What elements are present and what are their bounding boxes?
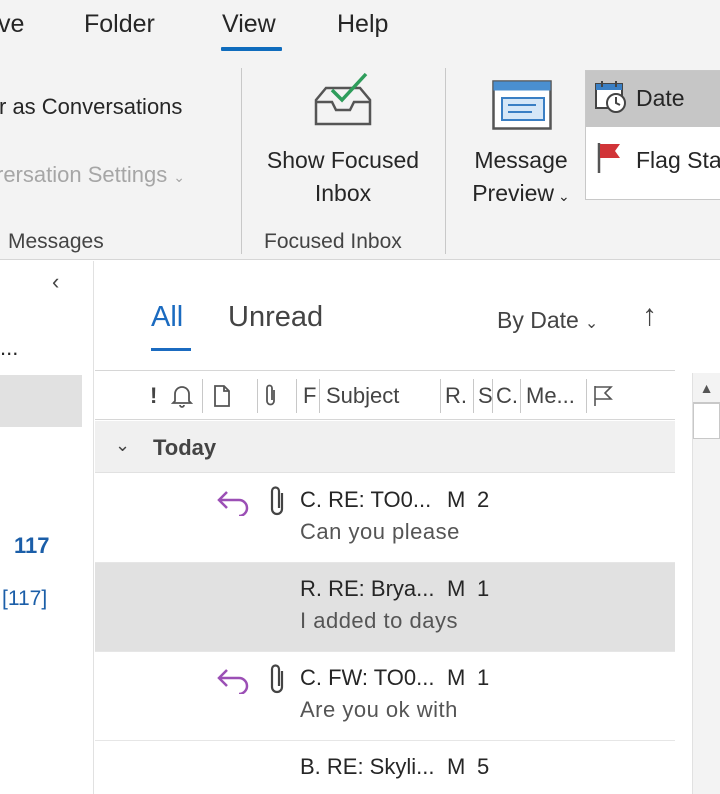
message-preview: I added to days [300,608,458,633]
red-flag-icon [597,143,620,173]
folder-pane: ‹ ... 117 [117] [0,261,94,794]
show-focused-inbox-button[interactable]: Show Focused Inbox [250,68,436,218]
messages-group-label: Messages [8,230,104,253]
attachment-icon[interactable] [262,383,280,409]
column-separator [296,379,297,413]
ribbon: r as Conversations rersation Settings ⌄ M… [0,62,720,260]
message-row[interactable]: C. RE: TO0... M 2 Can you please [95,474,675,563]
bell-icon[interactable] [171,384,193,408]
attachment-icon [270,486,284,516]
column-separator [473,379,474,413]
show-focused-line2: Inbox [314,180,372,206]
message-sender-subject: R. RE: Brya... [300,576,435,601]
message-preview-line2-label: Preview [472,180,555,206]
flag-column[interactable]: F [303,383,316,409]
unread-count-badge[interactable]: 117 [14,533,50,559]
filter-unread[interactable]: Unread [228,301,323,334]
inbox-check-icon [314,72,372,126]
column-separator [319,379,320,413]
tab-folder[interactable]: Folder [84,10,155,39]
tab-view[interactable]: View [222,10,276,39]
focused-inbox-group-label: Focused Inbox [264,230,402,253]
menu-bar: ve Folder View Help [0,0,720,62]
vertical-scrollbar[interactable]: ▲ [692,373,720,794]
message-sender-subject: B. RE: Skyli... [300,754,435,779]
message-preview-line2: Preview ⌄ [458,177,584,213]
scroll-thumb[interactable] [693,403,720,439]
message-size: M [447,665,466,690]
message-sender-subject: C. RE: TO0... [300,487,432,512]
collapse-pane-chevron-icon[interactable]: ‹ [52,269,59,295]
arrange-flag-label: Flag Sta [636,147,720,173]
column-separator [586,379,587,413]
calendar-clock-icon [595,81,626,113]
chevron-down-icon[interactable]: ⌄ [115,435,130,456]
replied-icon [217,669,249,694]
message-preview-button[interactable]: Message Preview ⌄ [458,68,584,218]
chevron-down-icon: ⌄ [558,188,570,204]
arrange-by-flag[interactable]: Flag Sta [586,133,720,189]
column-header-row: ! F Subject R. S C. Me... [95,370,675,420]
message-count: 1 [477,576,490,601]
truncated-folder-name[interactable]: ... [0,335,18,361]
column-separator [257,379,258,413]
arrange-date-label: Date [636,85,685,111]
document-icon[interactable] [212,384,232,408]
message-size: M [447,487,466,512]
conversation-settings-button[interactable]: rersation Settings ⌄ [0,162,185,188]
tab-move[interactable]: ve [0,10,24,39]
message-sender-subject: C. FW: TO0... [300,665,435,690]
message-preview-line1: Message [474,147,568,173]
group-header-today[interactable]: ⌄ Today [95,421,675,473]
message-list-pane: All Unread By Date ⌄ ↑ ! F Subject R. S C… [95,261,720,794]
filter-active-indicator [151,348,191,351]
arrange-by-date[interactable]: Date [586,71,720,127]
chevron-down-icon: ⌄ [584,315,599,332]
column-separator [520,379,521,413]
message-preview: Can you please [300,519,460,544]
importance-column[interactable]: ! [150,383,157,409]
message-count: 5 [477,754,490,779]
sort-by-dropdown[interactable]: By Date ⌄ [497,307,598,334]
arrangement-gallery: Date Flag Sta [585,70,720,200]
conversation-settings-label: rersation Settings [0,162,168,187]
message-row[interactable]: R. RE: Brya... M 1 I added to days [95,563,675,652]
sort-by-label: By Date [497,307,579,333]
show-focused-line1: Show Focused [266,147,420,173]
message-row[interactable]: B. RE: Skyli... M 5 [95,741,675,794]
message-preview: Are you ok with [300,697,458,722]
column-separator [440,379,441,413]
tab-help[interactable]: Help [337,10,388,39]
mention-column[interactable]: Me... [526,383,575,409]
sort-direction-up-icon[interactable]: ↑ [642,299,657,333]
attachment-icon [270,664,284,694]
show-as-conversations-checkbox[interactable]: r as Conversations [0,94,182,120]
unread-count-bracketed[interactable]: [117] [2,587,47,611]
message-preview-icon [492,80,552,130]
message-count: 2 [477,487,490,512]
message-count: 1 [477,665,490,690]
message-row[interactable]: C. FW: TO0... M 1 Are you ok with [95,652,675,741]
replied-icon [217,491,249,516]
selected-folder[interactable] [0,375,82,427]
scroll-up-arrow-icon[interactable]: ▲ [693,373,720,403]
subject-column[interactable]: Subject [326,383,399,409]
chevron-down-icon: ⌄ [173,169,185,185]
group-divider [445,68,446,254]
flag-outline-icon[interactable] [592,384,614,408]
message-size: M [447,576,466,601]
column-separator [492,379,493,413]
received-column[interactable]: R. [445,383,467,409]
column-separator [202,379,203,413]
categories-column[interactable]: C. [496,383,518,409]
size-column[interactable]: S [478,383,493,409]
filter-all[interactable]: All [151,301,183,334]
group-label: Today [153,435,217,460]
active-tab-indicator [221,47,282,51]
group-divider [241,68,242,254]
message-size: M [447,754,466,779]
